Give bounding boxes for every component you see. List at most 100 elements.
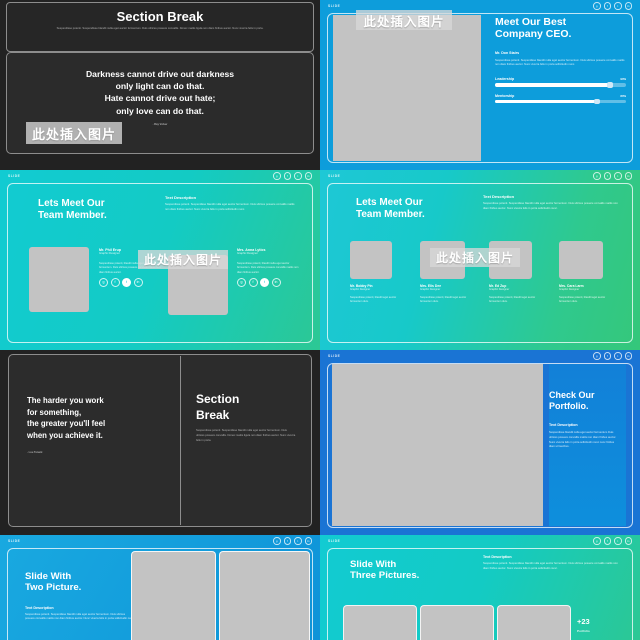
quote-line-3: the greater you'll feel [27, 419, 106, 429]
linkedin-icon[interactable]: in [624, 2, 632, 10]
google-icon[interactable]: g [273, 172, 281, 180]
skill-leadership: Leadership 90% [495, 77, 626, 89]
google-icon[interactable]: g [593, 172, 601, 180]
twitter-icon[interactable]: t [294, 537, 302, 545]
image-placeholder-watermark: 此处插入图片 [356, 10, 452, 30]
desc-body: Suspendisse potenti. Suspendisse blandit… [165, 203, 295, 211]
member-social-icons[interactable]: g f t in [99, 278, 164, 288]
facebook-icon[interactable]: f [603, 172, 611, 180]
linkedin-icon[interactable]: in [624, 172, 632, 180]
page-title-line-1: Section [196, 392, 240, 406]
section-break-header-box: Section Break Suspendisse potenti. Suspe… [6, 2, 314, 52]
linkedin-icon[interactable]: in [304, 537, 312, 545]
slide-team-two[interactable]: SLIDE g f t in Lets Meet Our Team Member… [0, 170, 320, 350]
linkedin-icon[interactable]: in [624, 352, 632, 360]
divider [180, 356, 181, 525]
facebook-icon[interactable]: f [603, 537, 611, 545]
skill-mentorship: Mentorship 80% [495, 93, 626, 105]
portfolio-image-placeholder [332, 364, 543, 526]
quote-line-4: only love can do that. [116, 105, 204, 116]
desc-heading: Text Description [165, 195, 197, 200]
facebook-icon[interactable]: f [283, 172, 291, 180]
facebook-icon[interactable]: f [110, 278, 120, 288]
slide-section-break-quote[interactable]: The harder you work for something, the g… [0, 350, 320, 535]
slide-meet-ceo[interactable]: SLIDE g f t in Meet Our Best Company CEO… [320, 0, 640, 170]
member-photo-placeholder [559, 241, 603, 279]
linkedin-icon[interactable]: in [133, 278, 143, 288]
quote-line-3: Hate cannot drive out hate; [104, 93, 216, 104]
member-photo-placeholder [29, 247, 89, 312]
facebook-icon[interactable]: f [603, 352, 611, 360]
twitter-icon[interactable]: t [122, 278, 131, 288]
slide-section-break-dark[interactable]: Section Break Suspendisse potenti. Suspe… [0, 0, 320, 170]
social-icon-group[interactable]: g f t in [273, 172, 312, 180]
slide-portfolio[interactable]: SLIDE g f t in Check Our Portfolio. Text… [320, 350, 640, 535]
slide-three-pictures[interactable]: SLIDE g f t in Slide With Three Pictures… [320, 535, 640, 640]
member-role: Graphic Designer [420, 288, 441, 291]
slide-header: SLIDE g f t in [320, 170, 640, 182]
person-name: Mr. Don Stairs [495, 50, 520, 55]
google-icon[interactable]: g [593, 537, 601, 545]
slide-header: SLIDE g f t in [320, 535, 640, 547]
social-icon-group[interactable]: g f t in [593, 172, 632, 180]
social-icon-group[interactable]: g f t in [593, 352, 632, 360]
desc-body: Suspendisse potenti. Suspendisse blandit… [483, 562, 618, 570]
page-title-line-2: Portfolio. [549, 400, 589, 411]
google-icon[interactable]: g [593, 2, 601, 10]
slide-header: SLIDE g f t in [320, 350, 640, 362]
google-icon[interactable]: g [99, 278, 108, 288]
image-placeholder-watermark: 此处插入图片 [138, 250, 228, 269]
facebook-icon[interactable]: f [248, 278, 258, 288]
twitter-icon[interactable]: t [260, 278, 269, 288]
page-title-line-1: Slide With [25, 571, 72, 582]
member-bio: Suspendisse potenti, blandit eget auctor… [350, 295, 397, 304]
page-title-line-1: Lets Meet Our [38, 198, 105, 209]
facebook-icon[interactable]: f [603, 2, 611, 10]
page-title-line-2: Two Picture. [25, 582, 82, 594]
twitter-icon[interactable]: t [614, 172, 622, 180]
member-bio: Suspendisse potenti, blandit eget auctor… [559, 295, 606, 304]
member-card: Mrs. Cara Larm Graphic Designer Suspendi… [559, 284, 617, 305]
page-title-line-1: Slide With [350, 559, 397, 570]
google-icon[interactable]: g [273, 537, 281, 545]
twitter-icon[interactable]: t [614, 352, 622, 360]
linkedin-icon[interactable]: in [304, 172, 312, 180]
progress-bar [495, 98, 626, 105]
slide-team-four[interactable]: SLIDE g f t in Lets Meet Our Team Member… [320, 170, 640, 350]
twitter-icon[interactable]: t [294, 172, 302, 180]
badge-label: Portfolio [577, 628, 590, 633]
social-icon-group[interactable]: g f t in [593, 2, 632, 10]
social-icon-group[interactable]: g f t in [593, 537, 632, 545]
google-icon[interactable]: g [593, 352, 601, 360]
page-title-line-2: Company CEO. [495, 28, 572, 41]
skill-value: 90% [620, 77, 626, 82]
page-title-line-1: Lets Meet Our [356, 197, 423, 208]
member-card: Mr. Ed Zup Graphic Designer Suspendisse … [489, 284, 547, 305]
slide-two-picture[interactable]: SLIDE g f t in Slide With Two Picture. T… [0, 535, 320, 640]
page-title-line-1: Check Our [549, 390, 595, 400]
linkedin-icon[interactable]: in [624, 537, 632, 545]
social-icon-group[interactable]: g f t in [273, 537, 312, 545]
member-card: Mr. Bobby Pin Graphic Designer Suspendis… [350, 284, 408, 305]
member-role: Graphic Designer [237, 252, 258, 255]
google-icon[interactable]: g [237, 278, 246, 288]
desc-heading: Text Description [483, 555, 512, 559]
slide-thumbnail-grid: Section Break Suspendisse potenti. Suspe… [0, 0, 640, 640]
picture-placeholder-3 [497, 605, 571, 640]
brand-label: SLIDE [328, 539, 341, 543]
member-bio: Suspendisse potenti, blandit eget auctor… [420, 295, 467, 304]
twitter-icon[interactable]: t [614, 537, 622, 545]
facebook-icon[interactable]: f [283, 537, 291, 545]
section-break-body: Suspendisse potenti. Suspendisse blandit… [196, 429, 296, 442]
skill-label: Mentorship [495, 93, 515, 98]
desc-body: Suspendisse blandit nulla eget auctor fe… [549, 431, 617, 449]
page-title-line-1: Meet Our Best [495, 16, 567, 28]
desc-heading: Text Description [25, 605, 54, 610]
linkedin-icon[interactable]: in [271, 278, 281, 288]
quote-line-2: only light can do that. [115, 81, 205, 92]
progress-bar [495, 82, 626, 89]
twitter-icon[interactable]: t [614, 2, 622, 10]
desc-heading: Text Description [483, 194, 515, 199]
member-social-icons[interactable]: g f t in [237, 278, 302, 288]
picture-placeholder-1 [343, 605, 417, 640]
